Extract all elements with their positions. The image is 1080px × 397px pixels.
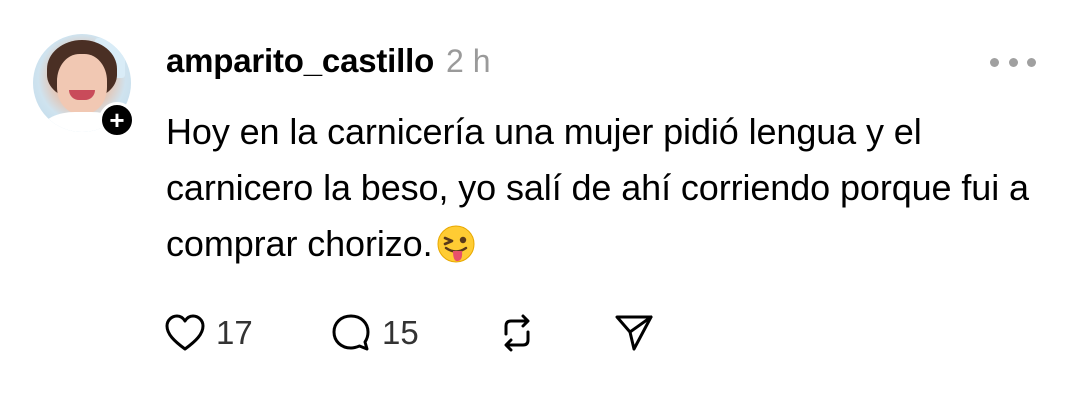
post-time: 2 h xyxy=(446,43,491,79)
avatar-container[interactable]: + xyxy=(33,34,135,138)
comment-count: 15 xyxy=(382,314,419,351)
repost-button[interactable] xyxy=(496,312,612,354)
action-bar: 17 15 xyxy=(164,308,656,358)
comment-button[interactable]: 15 xyxy=(330,312,496,354)
share-button[interactable] xyxy=(612,311,656,355)
winking-face-with-tongue-icon xyxy=(436,224,476,280)
comment-icon xyxy=(332,314,370,351)
more-options-icon[interactable] xyxy=(990,55,1036,69)
post-header: amparito_castillo 2 h xyxy=(166,42,491,82)
post: + amparito_castillo 2 h Hoy en la carnic… xyxy=(0,0,1080,397)
post-text: Hoy en la carnicería una mujer pidió len… xyxy=(166,104,1046,280)
like-button[interactable]: 17 xyxy=(164,313,330,353)
username[interactable]: amparito_castillo xyxy=(166,42,434,80)
like-count: 17 xyxy=(216,314,253,351)
repost-icon xyxy=(504,314,530,352)
share-icon xyxy=(615,315,653,351)
heart-icon xyxy=(165,314,205,351)
post-text-content: Hoy en la carnicería una mujer pidió len… xyxy=(166,111,1029,264)
follow-plus-icon[interactable]: + xyxy=(99,102,135,138)
